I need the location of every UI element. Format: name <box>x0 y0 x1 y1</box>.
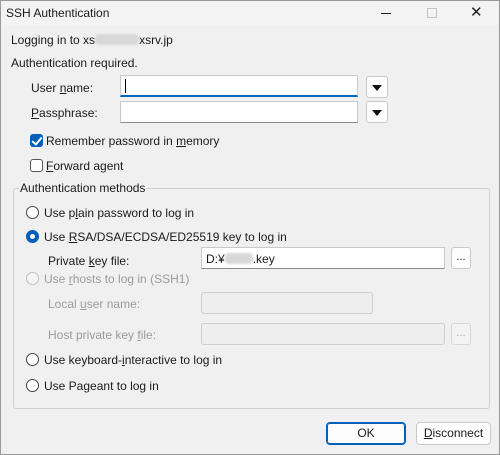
minimize-button[interactable] <box>363 1 409 25</box>
keyboard-interactive-radio[interactable] <box>26 353 39 366</box>
maximize-button[interactable] <box>409 1 455 25</box>
remember-password-label[interactable]: Remember password in memory <box>46 134 219 148</box>
browse-private-key-button[interactable]: ... <box>451 247 471 269</box>
rsa-key-label[interactable]: Use RSA/DSA/ECDSA/ED25519 key to log in <box>44 230 287 244</box>
window-title: SSH Authentication <box>6 6 110 20</box>
private-key-label: Private key file: <box>48 254 130 268</box>
ssh-auth-dialog: SSH Authentication ✕ Logging in to xs xsr… <box>0 0 500 455</box>
rhosts-radio[interactable] <box>26 272 39 285</box>
passphrase-dropdown-button[interactable] <box>366 101 388 123</box>
text-caret <box>125 79 126 93</box>
host-private-key-input[interactable] <box>201 323 445 345</box>
auth-methods-group-title: Authentication methods <box>19 181 147 195</box>
host-private-key-label: Host private key file: <box>48 328 157 342</box>
auth-required-text: Authentication required. <box>11 56 138 70</box>
login-host-line: Logging in to xs xsrv.jp <box>11 33 173 47</box>
chevron-down-icon <box>372 85 382 91</box>
pageant-radio[interactable] <box>26 379 39 392</box>
chevron-down-icon <box>372 110 382 116</box>
redacted-key-name <box>224 253 253 264</box>
disconnect-button[interactable]: Disconnect <box>416 422 491 445</box>
passphrase-input[interactable] <box>120 101 358 123</box>
user-name-label: User name: <box>31 81 94 95</box>
browse-host-key-button[interactable]: ... <box>451 323 471 345</box>
forward-agent-checkbox[interactable] <box>30 159 43 172</box>
remember-password-checkbox[interactable] <box>30 134 43 147</box>
private-key-value-prefix: D:¥ <box>206 252 225 266</box>
local-user-name-input[interactable] <box>201 292 373 314</box>
private-key-file-input[interactable]: D:¥ .key <box>201 247 445 269</box>
login-host-prefix: Logging in to xs <box>11 33 96 47</box>
keyboard-interactive-label[interactable]: Use keyboard-interactive to log in <box>44 353 222 367</box>
accesskey-u: U <box>31 81 40 95</box>
redacted-host <box>95 34 140 45</box>
close-button[interactable]: ✕ <box>453 1 499 25</box>
maximize-icon <box>427 8 437 18</box>
minimize-icon <box>381 13 391 14</box>
rsa-key-radio[interactable] <box>26 230 39 243</box>
user-name-input[interactable] <box>120 75 358 97</box>
close-icon: ✕ <box>470 3 483 21</box>
private-key-value-suffix: .key <box>252 252 275 266</box>
local-user-name-label: Local user name: <box>48 297 141 311</box>
pageant-label[interactable]: Use Pageant to log in <box>44 379 159 393</box>
login-host-suffix: xsrv.jp <box>139 33 173 47</box>
passphrase-label: Passphrase: <box>31 106 98 120</box>
rhosts-label[interactable]: Use rhosts to log in (SSH1) <box>44 272 189 286</box>
plain-password-radio[interactable] <box>26 206 39 219</box>
ok-button[interactable]: OK <box>326 422 406 445</box>
user-name-dropdown-button[interactable] <box>366 76 388 98</box>
title-bar: SSH Authentication ✕ <box>1 1 499 25</box>
plain-password-label[interactable]: Use plain password to log in <box>44 206 194 220</box>
forward-agent-label[interactable]: Forward agent <box>46 159 123 173</box>
